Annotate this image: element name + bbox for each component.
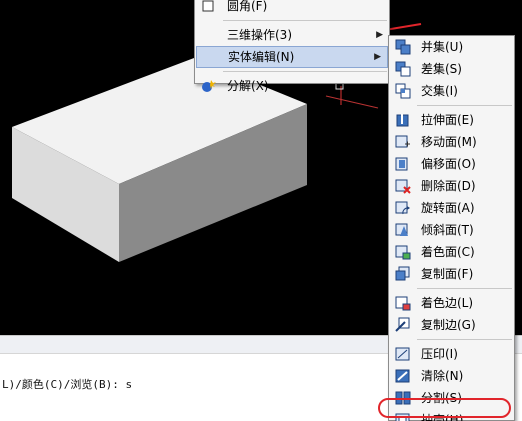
menu-item-delete-face[interactable]: 删除面(D): [389, 175, 514, 197]
menu-item-label: 删除面(D): [421, 179, 476, 193]
clean-icon: [395, 368, 411, 384]
menu-item-3d-operations[interactable]: 三维操作(3) ▶: [195, 24, 389, 46]
menu-item-label: 并集(U): [421, 40, 464, 54]
menu-separator: [417, 339, 512, 340]
menu-item-separate[interactable]: 分割(S): [389, 387, 514, 409]
color-edge-icon: [395, 295, 411, 311]
explode-icon: [200, 78, 216, 94]
menu-item-label: 实体编辑(N): [228, 50, 295, 64]
union-icon: [395, 39, 411, 55]
menu-item-label: 圆角(F): [227, 0, 268, 13]
menu-item-label: 清除(N): [421, 369, 464, 383]
menu-item-rotate-face[interactable]: 旋转面(A): [389, 197, 514, 219]
modify-menu: 圆角(F) 三维操作(3) ▶ 实体编辑(N) ▶ 分解(X): [194, 0, 390, 93]
subtract-icon: [395, 61, 411, 77]
menu-item-label: 复制面(F): [421, 267, 474, 281]
menu-item-label: 分解(X): [227, 79, 269, 93]
menu-item-intersect[interactable]: 交集(I): [389, 80, 514, 102]
menu-item-color-face[interactable]: 着色面(C): [389, 241, 514, 263]
separate-icon: [395, 390, 411, 406]
color-face-icon: [395, 244, 411, 260]
solid-editing-submenu: 并集(U) 差集(S) 交集(I) 拉伸面(E) 移动面(M) 偏移面(O) 删…: [388, 35, 515, 421]
menu-item-offset-face[interactable]: 偏移面(O): [389, 153, 514, 175]
menu-item-subtract[interactable]: 差集(S): [389, 58, 514, 80]
menu-item-label: 着色边(L): [421, 296, 474, 310]
fillet-icon: [200, 0, 216, 14]
menu-item-label: 压印(I): [421, 347, 458, 361]
offset-face-icon: [395, 156, 411, 172]
menu-item-label: 拉伸面(E): [421, 113, 474, 127]
rotate-face-icon: [395, 200, 411, 216]
taper-face-icon: [395, 222, 411, 238]
menu-separator: [223, 20, 387, 21]
menu-item-explode[interactable]: 分解(X): [195, 75, 389, 97]
submenu-arrow-icon: ▶: [376, 30, 383, 40]
copy-face-icon: [395, 266, 411, 282]
menu-item-label: 偏移面(O): [421, 157, 476, 171]
menu-item-label: 倾斜面(T): [421, 223, 474, 237]
menu-item-fillet[interactable]: 圆角(F): [195, 0, 389, 17]
menu-item-union[interactable]: 并集(U): [389, 36, 514, 58]
menu-separator: [223, 71, 387, 72]
menu-item-label: 移动面(M): [421, 135, 477, 149]
intersect-icon: [395, 83, 411, 99]
menu-item-taper-face[interactable]: 倾斜面(T): [389, 219, 514, 241]
menu-item-color-edge[interactable]: 着色边(L): [389, 292, 514, 314]
copy-edge-icon: [395, 317, 411, 333]
menu-item-shell[interactable]: 抽壳(H): [389, 409, 514, 421]
shell-icon: [395, 412, 411, 421]
delete-face-icon: [395, 178, 411, 194]
menu-item-extrude-face[interactable]: 拉伸面(E): [389, 109, 514, 131]
imprint-icon: [395, 346, 411, 362]
extrude-face-icon: [395, 112, 411, 128]
menu-item-label: 抽壳(H): [421, 413, 464, 421]
menu-separator: [417, 105, 512, 106]
menu-item-copy-face[interactable]: 复制面(F): [389, 263, 514, 285]
menu-item-label: 复制边(G): [421, 318, 476, 332]
menu-item-label: 交集(I): [421, 84, 458, 98]
menu-item-clean[interactable]: 清除(N): [389, 365, 514, 387]
submenu-arrow-icon: ▶: [374, 52, 381, 62]
menu-item-label: 三维操作(3): [227, 28, 292, 42]
menu-item-label: 着色面(C): [421, 245, 475, 259]
menu-item-label: 差集(S): [421, 62, 462, 76]
menu-item-label: 旋转面(A): [421, 201, 475, 215]
command-line-text: L)/颜色(C)/浏览(B): s: [2, 378, 133, 391]
menu-item-solid-editing[interactable]: 实体编辑(N) ▶: [196, 46, 388, 68]
menu-item-label: 分割(S): [421, 391, 462, 405]
menu-item-copy-edge[interactable]: 复制边(G): [389, 314, 514, 336]
move-face-icon: [395, 134, 411, 150]
menu-separator: [417, 288, 512, 289]
menu-item-move-face[interactable]: 移动面(M): [389, 131, 514, 153]
menu-item-imprint[interactable]: 压印(I): [389, 343, 514, 365]
